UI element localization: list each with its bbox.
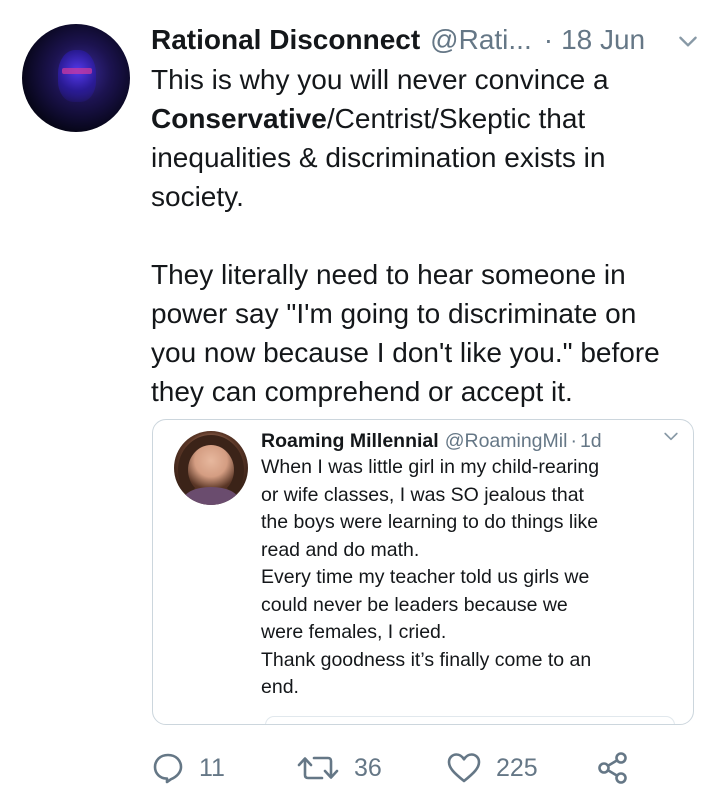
avatar-face [58,50,96,102]
quoted-line: When I was little girl in my child-reari… [261,456,600,478]
retweet-count: 36 [354,753,382,782]
tweet-line: Conservative/Centrist/Skeptic that [151,99,701,138]
avatar-shirt [184,487,238,505]
quoted-line: Every time my teacher told us girls we [261,566,590,588]
quoted-author-handle[interactable]: @RoamingMil [445,430,568,453]
tweet-text: This is why you will never convince a Co… [151,60,701,411]
quoted-media-card-edge [265,716,675,724]
quoted-line: could never be leaders because we [261,593,568,616]
quoted-line: read and do math. [261,538,420,561]
share-icon [598,752,627,784]
author-handle[interactable]: @Rati... [430,24,532,56]
tweet-line: society. [151,181,244,212]
author-name[interactable]: Rational Disconnect [151,24,420,56]
tweet-bold-word: Conservative [151,103,327,134]
retweet-icon [297,756,339,780]
tweet-line-rest: /Centrist/Skeptic that [326,103,586,134]
reply-count: 11 [199,753,225,782]
like-button[interactable]: 225 [446,748,538,788]
chevron-down-icon[interactable] [675,28,701,54]
tweet-date[interactable]: 18 Jun [561,24,645,56]
like-count: 225 [496,753,538,782]
tweet-line: power say "I'm going to discriminate on [151,298,637,329]
heart-icon [447,753,481,783]
tweet-header: Rational Disconnect @Rati... · 18 Jun [151,22,701,58]
author-avatar[interactable] [22,24,130,132]
chevron-down-icon[interactable] [661,426,681,446]
avatar-glasses [62,68,92,74]
quoted-author-avatar[interactable] [174,431,248,505]
quoted-tweet[interactable]: Roaming Millennial @RoamingMil · 1d When… [152,419,694,725]
tweet-line: They literally need to hear someone in [151,259,626,290]
header-separator: · [543,24,554,55]
quoted-line: or wife classes, I was SO jealous that [261,483,584,506]
quoted-tweet-text: When I was little girl in my child-reari… [261,454,681,702]
reply-button[interactable]: 11 [151,748,225,788]
share-button[interactable] [596,748,630,788]
quoted-tweet-date[interactable]: 1d [580,430,602,453]
retweet-button[interactable]: 36 [296,748,382,788]
quoted-tweet-header: Roaming Millennial @RoamingMil · 1d [261,428,681,454]
tweet-line: they can comprehend or accept it. [151,376,573,407]
quoted-header-separator: · [570,429,577,452]
tweet-line: inequalities & discrimination exists in [151,142,606,173]
quoted-author-name[interactable]: Roaming Millennial [261,430,439,453]
quoted-line: end. [261,676,299,698]
reply-icon [153,753,183,784]
tweet-line: you now because I don't like you." befor… [151,337,660,368]
tweet-actions: 11 36 225 [151,748,671,788]
quoted-line: were females, I cried. [261,621,447,643]
quoted-line: the boys were learning to do things like [261,511,599,533]
quoted-line: Thank goodness it’s finally come to an [261,648,592,671]
tweet-line: This is why you will never convince a [151,64,609,95]
